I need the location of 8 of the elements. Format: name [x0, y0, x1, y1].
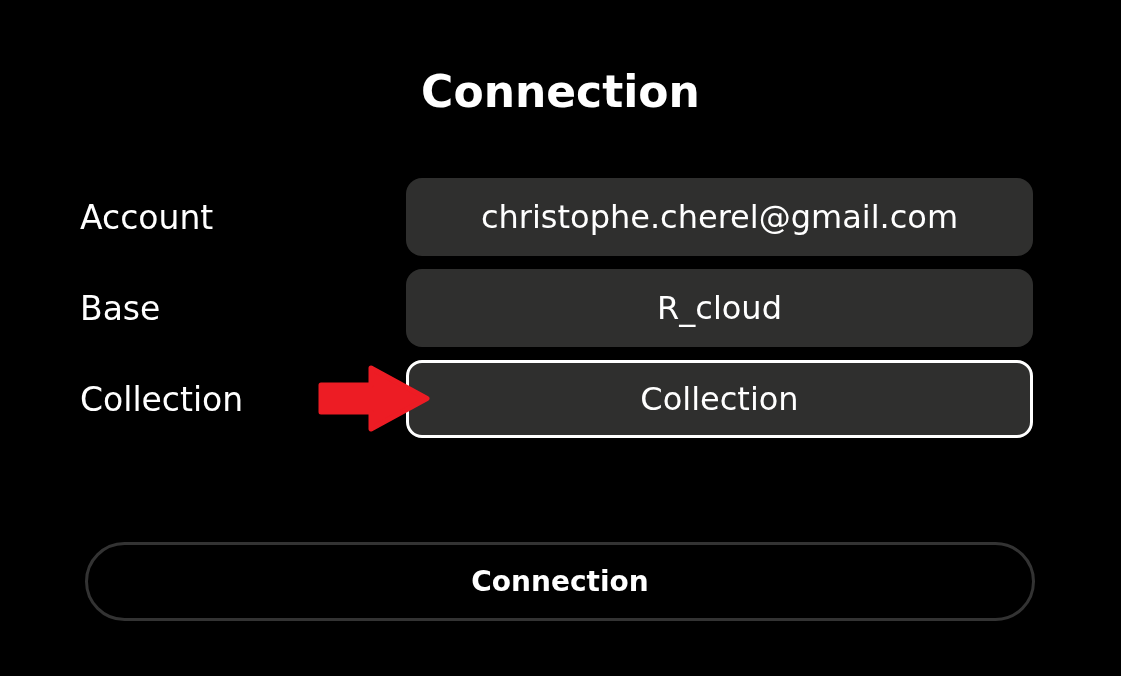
input-field[interactable]: Collection — [406, 360, 1033, 438]
field-label: Base — [80, 288, 162, 328]
input-field[interactable]: R_cloud — [406, 269, 1033, 347]
field-label: Account — [80, 197, 215, 237]
input-field[interactable]: christophe.cherel@gmail.com — [406, 178, 1033, 256]
page-title: Connection — [421, 65, 700, 119]
field-label: Collection — [80, 379, 245, 419]
connection-button[interactable]: Connection — [85, 542, 1035, 621]
